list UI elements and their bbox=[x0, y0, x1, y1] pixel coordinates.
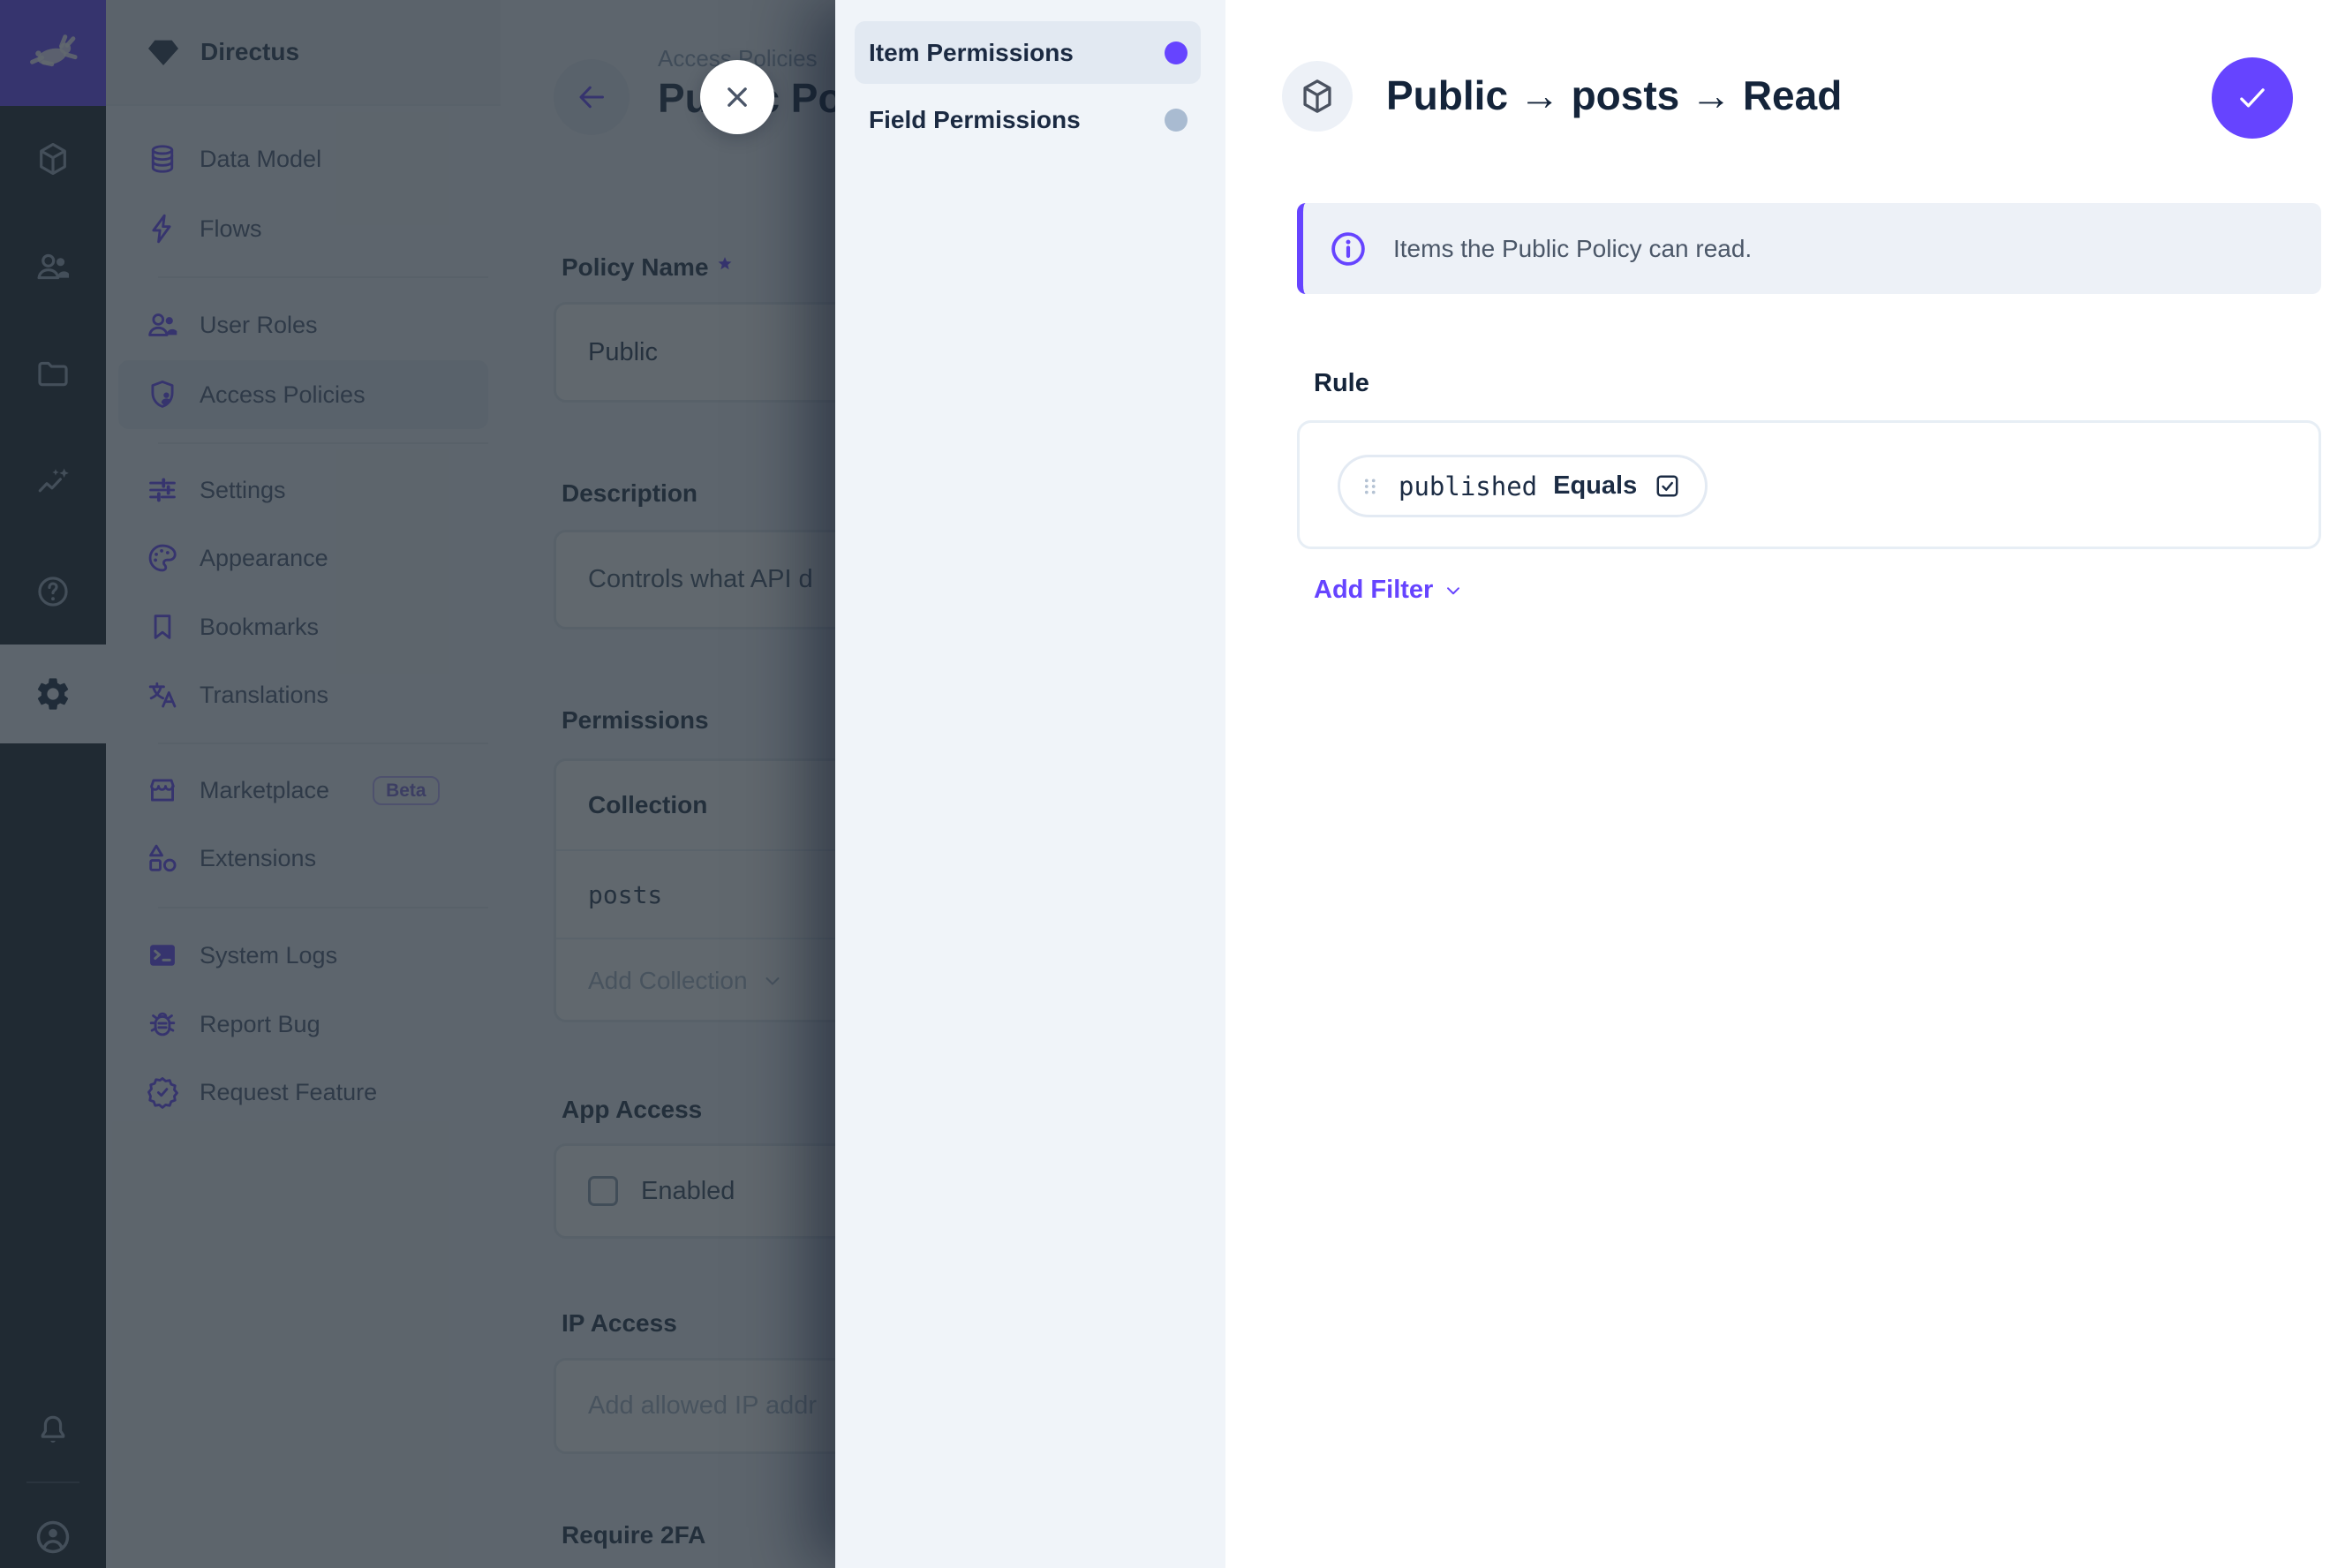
drawer-dim-overlay[interactable] bbox=[0, 0, 835, 1568]
close-icon bbox=[718, 78, 757, 117]
drawer-content: Public → posts → Read Items the Public P… bbox=[1225, 0, 2345, 1568]
active-dot bbox=[1165, 41, 1188, 64]
drawer-title: Public → posts → Read bbox=[1386, 72, 1842, 119]
close-drawer-button[interactable] bbox=[700, 60, 774, 134]
checkbox-checked-icon[interactable] bbox=[1653, 471, 1682, 501]
info-icon bbox=[1328, 229, 1369, 269]
add-filter-button[interactable]: Add Filter bbox=[1314, 576, 1465, 605]
rule-label: Rule bbox=[1314, 369, 1369, 398]
filter-operator[interactable]: Equals bbox=[1553, 471, 1637, 501]
rule-filter-box: published Equals bbox=[1297, 420, 2321, 549]
filter-field[interactable]: published bbox=[1399, 471, 1537, 501]
tab-field-permissions[interactable]: Field Permissions bbox=[855, 88, 1201, 151]
save-button[interactable] bbox=[2212, 57, 2293, 139]
chevron-down-icon bbox=[1442, 579, 1465, 602]
cube-icon bbox=[1298, 77, 1337, 116]
info-banner-text: Items the Public Policy can read. bbox=[1393, 235, 1752, 263]
drawer-nav: Item Permissions Field Permissions bbox=[835, 0, 1225, 1568]
check-icon bbox=[2233, 79, 2272, 117]
drag-handle-icon[interactable] bbox=[1358, 474, 1383, 499]
filter-chip[interactable]: published Equals bbox=[1338, 455, 1708, 517]
tab-item-permissions[interactable]: Item Permissions bbox=[855, 21, 1201, 84]
permissions-drawer: Item Permissions Field Permissions Publi… bbox=[835, 0, 2345, 1568]
directus-app: Directus Data Model Flows User Roles Acc… bbox=[0, 0, 2345, 1568]
inactive-dot bbox=[1165, 109, 1188, 132]
collection-cube-badge bbox=[1282, 61, 1353, 132]
info-banner: Items the Public Policy can read. bbox=[1297, 203, 2321, 294]
